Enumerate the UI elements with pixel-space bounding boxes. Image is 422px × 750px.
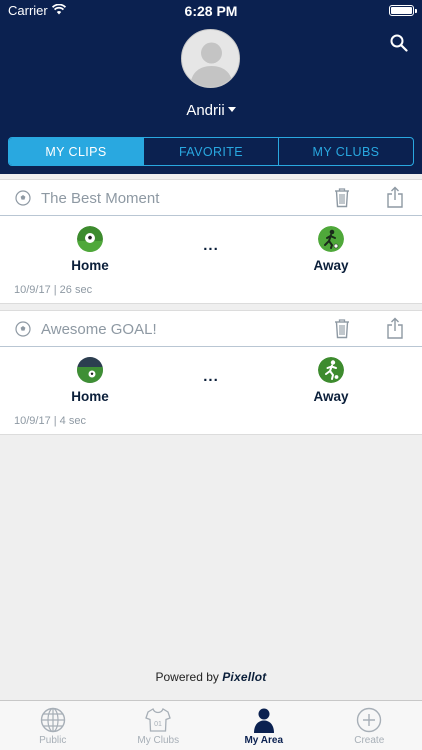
tab-my-area[interactable]: My Area <box>211 701 317 750</box>
clip-title: The Best Moment <box>41 190 160 207</box>
away-team-name: Away <box>313 258 349 273</box>
home-team-logo <box>77 226 103 252</box>
soccer-ball-icon <box>15 190 31 206</box>
clip-body: Home ... Away 10/9/17 | 26 sec <box>0 216 422 304</box>
globe-icon <box>40 707 65 733</box>
stadium-photo-icon <box>77 357 103 383</box>
powered-by-label: Powered by <box>155 670 219 684</box>
tab-my-clips[interactable]: MY CLIPS <box>9 138 144 165</box>
trash-icon[interactable] <box>333 187 351 208</box>
versus-separator: ... <box>203 237 219 254</box>
soccer-player-icon <box>318 226 344 252</box>
powered-by: Powered by Pixellot <box>0 670 422 684</box>
tab-label: Public <box>39 735 67 746</box>
tab-public[interactable]: Public <box>0 701 106 750</box>
trash-icon[interactable] <box>333 318 351 339</box>
tab-create[interactable]: Create <box>317 701 422 750</box>
soccer-player-icon <box>318 357 344 383</box>
share-icon[interactable] <box>386 186 404 208</box>
home-team-logo <box>77 357 103 383</box>
person-silhouette-icon <box>190 42 233 87</box>
home-team: Home <box>45 226 135 273</box>
away-team-logo <box>318 357 344 383</box>
clip-title: Awesome GOAL! <box>41 321 157 338</box>
search-icon[interactable] <box>390 34 408 52</box>
segmented-control: MY CLIPS FAVORITE MY CLUBS <box>8 137 414 166</box>
user-name: Andrii <box>186 102 225 119</box>
away-team: Away <box>286 226 376 273</box>
tab-label: My Area <box>244 735 284 746</box>
tab-favorite[interactable]: FAVORITE <box>144 138 279 165</box>
battery-icon <box>389 5 417 16</box>
away-team-name: Away <box>313 389 349 404</box>
tab-label: Create <box>354 735 385 746</box>
clip-meta: 10/9/17 | 4 sec <box>14 415 86 427</box>
versus-separator: ... <box>203 368 219 385</box>
home-team: Home <box>45 357 135 404</box>
clip-card[interactable]: The Best Moment Home ... Away 10/9/17 | … <box>0 179 422 304</box>
clip-header: Awesome GOAL! <box>0 310 422 347</box>
person-icon <box>253 708 274 733</box>
away-team-logo <box>318 226 344 252</box>
clip-meta: 10/9/17 | 26 sec <box>14 284 93 296</box>
share-icon[interactable] <box>386 317 404 339</box>
home-team-name: Home <box>71 389 109 404</box>
plus-circle-icon <box>357 707 382 733</box>
clip-header: The Best Moment <box>0 179 422 216</box>
home-team-name: Home <box>71 258 109 273</box>
jersey-icon: 01 <box>145 708 172 732</box>
caret-down-icon <box>227 106 236 112</box>
user-name-dropdown[interactable]: Andrii <box>0 102 422 119</box>
clip-card[interactable]: Awesome GOAL! Home ... Away 10/9/17 | 4 … <box>0 310 422 435</box>
header: Carrier 6:28 PM Andrii MY CLIPS FAVORITE… <box>0 0 422 174</box>
clip-body: Home ... Away 10/9/17 | 4 sec <box>0 347 422 435</box>
avatar[interactable] <box>181 29 240 88</box>
tab-my-clubs[interactable]: MY CLUBS <box>279 138 413 165</box>
soccer-ball-icon <box>15 321 31 337</box>
soccer-field-icon <box>77 226 103 252</box>
away-team: Away <box>286 357 376 404</box>
svg-text:01: 01 <box>154 721 162 728</box>
status-time: 6:28 PM <box>184 3 238 19</box>
tab-label: My Clubs <box>137 735 180 746</box>
tab-my-clubs-nav[interactable]: 01 My Clubs <box>106 701 212 750</box>
tab-bar: Public 01 My Clubs My Area Create <box>0 700 422 750</box>
pixellot-logo: Pixellot <box>222 670 267 684</box>
status-bar: Carrier 6:28 PM <box>0 0 422 22</box>
